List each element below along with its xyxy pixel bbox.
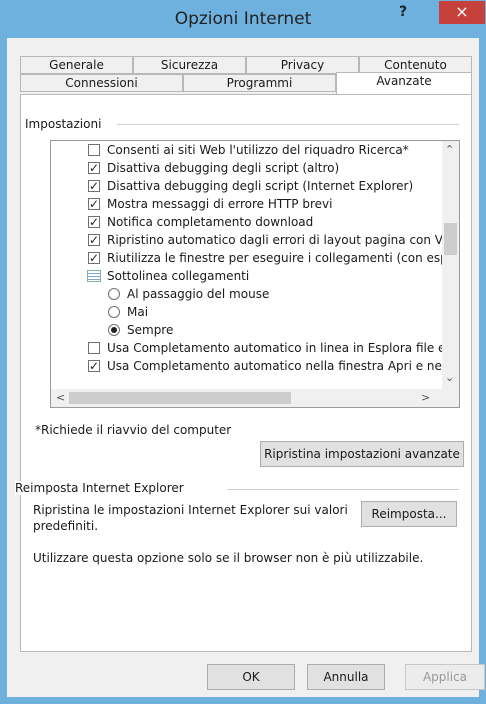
restart-note: *Richiede il riavvio del computer xyxy=(35,423,232,437)
horizontal-scroll-thumb[interactable] xyxy=(69,392,291,404)
reset-button[interactable]: Reimposta... xyxy=(361,501,457,527)
title-bar[interactable]: Opzioni Internet ? × xyxy=(0,0,486,38)
horizontal-scrollbar[interactable]: < > xyxy=(51,389,459,407)
radio-button[interactable] xyxy=(108,306,120,318)
apply-button[interactable]: Applica xyxy=(405,664,485,690)
list-item-label: Riutilizza le finestre per eseguire i co… xyxy=(107,251,460,265)
list-item-label: Mostra messaggi di errore HTTP brevi xyxy=(107,197,333,211)
scroll-right-icon[interactable]: > xyxy=(421,391,430,404)
scroll-left-icon[interactable]: < xyxy=(56,391,65,404)
checkbox[interactable] xyxy=(88,159,100,177)
list-item-label: Consenti ai siti Web l'utilizzo del riqu… xyxy=(107,143,409,157)
settings-group-label: Impostazioni xyxy=(25,117,106,131)
checkbox[interactable] xyxy=(88,213,100,231)
reset-group-label: Reimposta Internet Explorer xyxy=(15,481,188,495)
help-button[interactable]: ? xyxy=(392,4,414,24)
reset-description-line2: predefiniti. xyxy=(33,519,99,533)
scroll-down-icon[interactable]: ⌄ xyxy=(445,371,454,384)
radio-button[interactable] xyxy=(108,324,120,336)
tab-connessioni[interactable]: Connessioni xyxy=(20,74,183,92)
list-item-label: Usa Completamento automatico in linea in… xyxy=(107,341,460,355)
checkbox[interactable] xyxy=(88,177,100,195)
list-item-label: Usa Completamento automatico nella fines… xyxy=(107,359,460,373)
dialog-footer: OK Annulla Applica xyxy=(7,660,485,697)
list-item-label: Mai xyxy=(127,305,149,319)
checkbox[interactable] xyxy=(88,231,100,249)
checkbox[interactable] xyxy=(88,195,100,213)
close-button[interactable]: × xyxy=(439,1,485,24)
tab-programmi[interactable]: Programmi xyxy=(183,74,336,92)
tab-avanzate[interactable]: Avanzate xyxy=(336,72,472,94)
checkbox[interactable] xyxy=(88,342,100,354)
folder-icon xyxy=(87,270,101,282)
reset-advanced-button[interactable]: Ripristina impostazioni avanzate xyxy=(260,441,464,467)
list-item-label: Ripristino automatico dagli errori di la… xyxy=(107,233,460,247)
radio-button[interactable] xyxy=(108,288,120,300)
tab-generale[interactable]: Generale xyxy=(20,56,133,74)
tab-sicurezza[interactable]: Sicurezza xyxy=(133,56,246,74)
scroll-up-icon[interactable]: ⌃ xyxy=(445,143,454,156)
list-item-label: Notifica completamento download xyxy=(107,215,314,229)
list-item-label: Sempre xyxy=(127,323,174,337)
checkbox[interactable] xyxy=(88,357,100,375)
reset-warning: Utilizzare questa opzione solo se il bro… xyxy=(33,551,424,565)
reset-description-line1: Ripristina le impostazioni Internet Expl… xyxy=(33,503,348,517)
ok-button[interactable]: OK xyxy=(207,664,295,690)
settings-group-divider xyxy=(117,124,459,125)
list-item-label: Al passaggio del mouse xyxy=(127,287,270,301)
vertical-scroll-thumb[interactable] xyxy=(444,223,457,255)
checkbox[interactable] xyxy=(88,249,100,267)
settings-list[interactable]: Consenti ai siti Web l'utilizzo del riqu… xyxy=(50,140,460,408)
list-item-label: Sottolinea collegamenti xyxy=(107,269,250,283)
checkbox[interactable] xyxy=(88,144,100,156)
list-item-label: Disattiva debugging degli script (altro) xyxy=(107,161,340,175)
cancel-button[interactable]: Annulla xyxy=(307,664,385,690)
reset-group-divider xyxy=(227,489,459,490)
list-item-label: Disattiva debugging degli script (Intern… xyxy=(107,179,414,193)
vertical-scrollbar[interactable]: ⌃ ⌄ xyxy=(442,141,459,389)
